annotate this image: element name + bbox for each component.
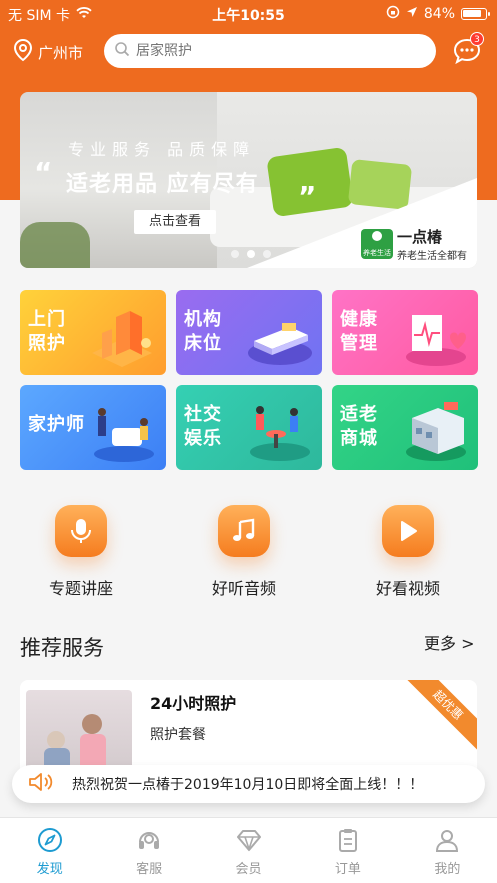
tab-membership[interactable]: 会员 xyxy=(199,818,298,883)
music-note-icon xyxy=(218,505,270,557)
more-link[interactable]: 更多 > xyxy=(424,630,475,654)
carousel-dot[interactable] xyxy=(231,250,239,258)
play-icon xyxy=(382,505,434,557)
speaker-icon xyxy=(28,771,54,797)
microphone-icon xyxy=(55,505,107,557)
brand-slogan: 养老生活全都有 xyxy=(397,251,467,262)
rotation-lock-icon xyxy=(386,5,400,23)
quick-entry-label: 好看视频 xyxy=(375,579,440,598)
service-institution-beds[interactable]: 机构床位 xyxy=(176,290,322,375)
search-bar[interactable] xyxy=(104,34,436,68)
brand-mark: 养老生活 一点椿 养老生活全都有 xyxy=(361,226,467,262)
battery-icon xyxy=(461,8,490,20)
banner-pillow-small xyxy=(347,158,413,211)
close-quote-icon: ” xyxy=(298,180,317,213)
store-illustration-icon xyxy=(406,402,466,461)
quick-entry-video[interactable]: 好看视频 xyxy=(353,505,463,599)
service-health-management[interactable]: 健康管理 xyxy=(332,290,478,375)
hospital-bed-icon xyxy=(248,323,312,365)
service-label: 上门照护 xyxy=(28,309,66,354)
tab-label: 客服 xyxy=(136,862,163,877)
tab-label: 发现 xyxy=(36,862,63,877)
service-label: 适老商城 xyxy=(340,404,378,449)
section-title: 推荐服务 xyxy=(20,636,104,660)
message-button[interactable]: 3 xyxy=(452,32,484,66)
tab-label: 我的 xyxy=(434,862,461,877)
city-selector[interactable]: 广州市 xyxy=(12,38,83,66)
carousel-dot-active[interactable] xyxy=(247,250,255,258)
brand-logo: 养老生活 xyxy=(361,229,393,259)
bottom-tab-bar: 发现 客服 会员 订单 我的 xyxy=(0,817,497,883)
social-table-icon xyxy=(250,406,310,461)
city-name: 广州市 xyxy=(38,43,84,62)
service-label: 社交娱乐 xyxy=(184,404,222,449)
chat-bubble-icon xyxy=(452,38,482,70)
quick-entry-label: 专题讲座 xyxy=(48,579,113,598)
announcement-bar[interactable]: 热烈祝贺一点椿于2019年10月10日即将全面上线！！！ xyxy=(12,765,485,803)
quick-entry-lecture[interactable]: 专题讲座 xyxy=(26,505,136,599)
headset-icon xyxy=(135,826,163,854)
search-icon xyxy=(114,41,130,61)
location-pin-icon xyxy=(12,38,34,66)
service-label: 健康管理 xyxy=(340,309,378,354)
quick-entry-label: 好听音频 xyxy=(211,579,276,598)
tab-label: 订单 xyxy=(334,862,361,877)
tab-label: 会员 xyxy=(235,862,262,877)
compass-icon xyxy=(36,826,64,854)
service-senior-mall[interactable]: 适老商城 xyxy=(332,385,478,470)
carousel-dots xyxy=(231,250,271,258)
heart-monitor-icon xyxy=(406,315,466,366)
brand-name: 一点椿 xyxy=(397,228,443,246)
quick-entry-audio[interactable]: 好听音频 xyxy=(189,505,299,599)
service-home-nurse[interactable]: 家护师 xyxy=(20,385,166,470)
clipboard-icon xyxy=(334,826,362,854)
banner-headline: 适老用品 应有尽有 xyxy=(66,172,259,197)
service-description: 照护套餐 xyxy=(150,727,206,743)
discount-ribbon: 超优惠 xyxy=(401,680,477,752)
service-name: 24小时照护 xyxy=(150,694,237,713)
building-illustration-icon xyxy=(92,311,152,367)
service-home-care[interactable]: 上门照护 xyxy=(20,290,166,375)
open-quote-icon: “ xyxy=(34,156,53,189)
search-input[interactable] xyxy=(136,43,406,59)
tab-discover[interactable]: 发现 xyxy=(0,818,99,883)
top-bar: 广州市 3 xyxy=(0,32,497,72)
announcement-text: 热烈祝贺一点椿于2019年10月10日即将全面上线！！！ xyxy=(72,777,424,793)
tab-orders[interactable]: 订单 xyxy=(298,818,397,883)
promo-banner[interactable]: 专业服务 品质保障 “ 适老用品 应有尽有 ” 点击查看 养老生活 一点椿 养老… xyxy=(20,92,477,268)
battery-percent: 84% xyxy=(423,6,455,22)
tab-service[interactable]: 客服 xyxy=(99,818,198,883)
service-label: 机构床位 xyxy=(184,309,222,354)
tab-mine[interactable]: 我的 xyxy=(398,818,497,883)
location-arrow-icon xyxy=(406,6,418,22)
banner-subtitle: 专业服务 品质保障 xyxy=(68,140,256,159)
caregiver-illustration-icon xyxy=(94,408,154,462)
banner-plant xyxy=(20,222,90,268)
service-social-entertainment[interactable]: 社交娱乐 xyxy=(176,385,322,470)
banner-cta-button[interactable]: 点击查看 xyxy=(134,210,216,234)
user-icon xyxy=(433,826,461,854)
carousel-dot[interactable] xyxy=(263,250,271,258)
message-badge: 3 xyxy=(470,32,484,46)
status-bar: 无 SIM 卡 上午10:55 84% xyxy=(0,0,497,28)
diamond-icon xyxy=(235,826,263,854)
